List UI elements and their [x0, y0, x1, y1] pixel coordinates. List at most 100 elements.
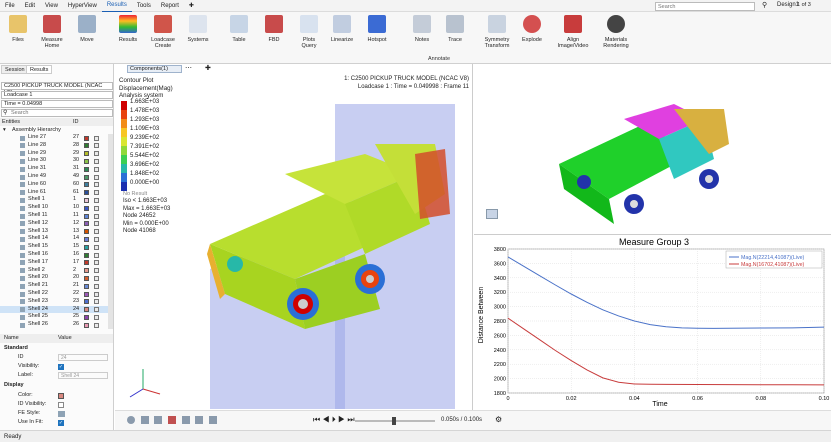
tree-row[interactable]: Shell 16 16 [0, 251, 112, 259]
part-visibility-icon[interactable] [94, 252, 99, 258]
part-color-swatch[interactable] [84, 143, 89, 149]
measure-chart[interactable]: Measure Group 3 1800 2000 2200 2400 2600 2800… [474, 235, 831, 410]
part-color-swatch[interactable] [84, 236, 89, 242]
part-color-swatch[interactable] [84, 322, 89, 328]
materials-button[interactable]: Materials Rendering [596, 15, 636, 49]
tree-row[interactable]: Shell 26 26 [0, 321, 112, 329]
tree-row[interactable]: Line 30 30 [0, 157, 112, 165]
part-visibility-icon[interactable] [94, 299, 99, 305]
results-button[interactable]: Results [108, 15, 148, 43]
pan-icon[interactable] [140, 416, 149, 424]
truck-model-view[interactable] [115, 64, 473, 410]
loadcase-selector[interactable]: Loadcase 1 [1, 91, 113, 99]
menu-results[interactable]: Results [101, 0, 132, 12]
part-visibility-icon[interactable] [94, 197, 99, 203]
tree-row[interactable]: Shell 15 15 [0, 243, 112, 251]
part-color-swatch[interactable] [84, 275, 89, 281]
tree-row[interactable]: Line 27 27 [0, 134, 112, 142]
linearize-button[interactable]: Linearize [322, 15, 362, 43]
part-color-swatch[interactable] [84, 182, 89, 188]
part-visibility-icon[interactable] [94, 314, 99, 320]
menu-report[interactable]: Report [156, 0, 184, 12]
playback-controls[interactable]: ⏮ ◀ ⏵ ▶ ⏭ [313, 415, 355, 425]
tree-row[interactable]: Shell 12 12 [0, 220, 112, 228]
part-color-swatch[interactable] [84, 314, 89, 320]
graphics-viewport[interactable]: Components(1) ⋯ ✚ Contour Plot Displacem… [115, 64, 473, 410]
tree-row[interactable]: Shell 24 24 [0, 305, 112, 314]
tree-row[interactable]: Line 31 31 [0, 165, 112, 173]
explode-button[interactable]: Explode [512, 15, 552, 43]
tree-row[interactable]: Line 60 60 [0, 181, 112, 189]
tree-row[interactable]: Line 28 28 [0, 142, 112, 150]
part-visibility-icon[interactable] [94, 322, 99, 328]
tree-row[interactable]: Shell 25 25 [0, 313, 112, 321]
part-color-swatch[interactable] [84, 158, 89, 164]
part-visibility-icon[interactable] [94, 221, 99, 227]
part-visibility-icon[interactable] [94, 158, 99, 164]
id-visibility-checkbox[interactable] [58, 402, 64, 408]
section-icon[interactable] [195, 416, 204, 424]
page-counter[interactable]: 1 of 3 [797, 2, 811, 8]
view-cube-icon[interactable] [486, 209, 498, 219]
part-visibility-icon[interactable] [94, 236, 99, 242]
part-color-swatch[interactable] [84, 260, 89, 266]
fit-icon[interactable] [168, 416, 177, 424]
fe-style-icon[interactable] [58, 411, 65, 417]
session-name[interactable]: Design1 [777, 2, 799, 8]
tree-row[interactable]: Shell 13 13 [0, 228, 112, 236]
tree-row[interactable]: Shell 22 22 [0, 290, 112, 298]
part-visibility-icon[interactable] [94, 260, 99, 266]
loadcase-button[interactable]: Loadcase Create [143, 15, 183, 49]
search-icon[interactable]: ⚲ [762, 1, 767, 9]
part-color-swatch[interactable] [84, 190, 89, 196]
display-section[interactable]: Display [0, 381, 112, 390]
part-color-swatch[interactable] [84, 307, 89, 313]
part-visibility-icon[interactable] [94, 283, 99, 289]
tab-session[interactable]: Session [1, 65, 29, 74]
chart-legend[interactable]: Mag.N(22214,41087)(Live)Mag.N(16702,4108… [725, 250, 823, 269]
rotate-icon[interactable] [127, 416, 135, 424]
tree-row[interactable]: Shell 10 10 [0, 204, 112, 212]
part-visibility-icon[interactable] [94, 275, 99, 281]
part-visibility-icon[interactable] [94, 268, 99, 274]
entity-search-input[interactable] [1, 109, 113, 117]
symmetry-button[interactable]: Symmetry Transform [477, 15, 517, 49]
part-visibility-icon[interactable] [94, 229, 99, 235]
part-visibility-icon[interactable] [94, 213, 99, 219]
part-color-swatch[interactable] [84, 283, 89, 289]
tree-row[interactable]: Shell 21 21 [0, 282, 112, 290]
add-tab-icon[interactable]: ✚ [184, 0, 199, 12]
table-button[interactable]: Table [219, 15, 259, 43]
truck-mesh-view[interactable] [474, 64, 831, 234]
assembly-hierarchy-root[interactable]: ▾ Assembly Hierarchy [0, 126, 113, 134]
part-color-swatch[interactable] [84, 135, 89, 141]
tree-row[interactable]: Shell 23 23 [0, 298, 112, 306]
time-selector[interactable]: Time = 0.04998 [1, 100, 113, 108]
tree-row[interactable]: Shell 14 14 [0, 235, 112, 243]
trace-button[interactable]: Trace [435, 15, 475, 43]
part-color-swatch[interactable] [84, 291, 89, 297]
color-swatch[interactable] [58, 393, 64, 399]
part-color-swatch[interactable] [84, 151, 89, 157]
part-visibility-icon[interactable] [94, 190, 99, 196]
part-visibility-icon[interactable] [94, 143, 99, 149]
part-visibility-icon[interactable] [94, 307, 99, 313]
part-visibility-icon[interactable] [94, 174, 99, 180]
model-selector[interactable]: C2500 PICKUP TRUCK MODEL (NCAC V8) [1, 82, 113, 96]
tab-results[interactable]: Results [26, 65, 53, 74]
tree-row[interactable]: Shell 20 20 [0, 274, 112, 282]
timeline-handle[interactable] [392, 417, 396, 425]
measure-button[interactable]: Measure Home [32, 15, 72, 49]
zoom-icon[interactable] [154, 416, 163, 424]
part-color-swatch[interactable] [84, 205, 89, 211]
tree-row[interactable]: Shell 17 17 [0, 259, 112, 267]
expand-icon[interactable]: ▾ [3, 126, 6, 134]
fbd-button[interactable]: FBD [254, 15, 294, 43]
tree-scrollbar[interactable] [108, 134, 113, 329]
part-color-swatch[interactable] [84, 213, 89, 219]
tree-row[interactable]: Line 49 49 [0, 173, 112, 181]
hotspot-button[interactable]: Hotspot [357, 15, 397, 43]
part-visibility-icon[interactable] [94, 182, 99, 188]
menu-view[interactable]: View [40, 0, 63, 12]
part-color-swatch[interactable] [84, 252, 89, 258]
